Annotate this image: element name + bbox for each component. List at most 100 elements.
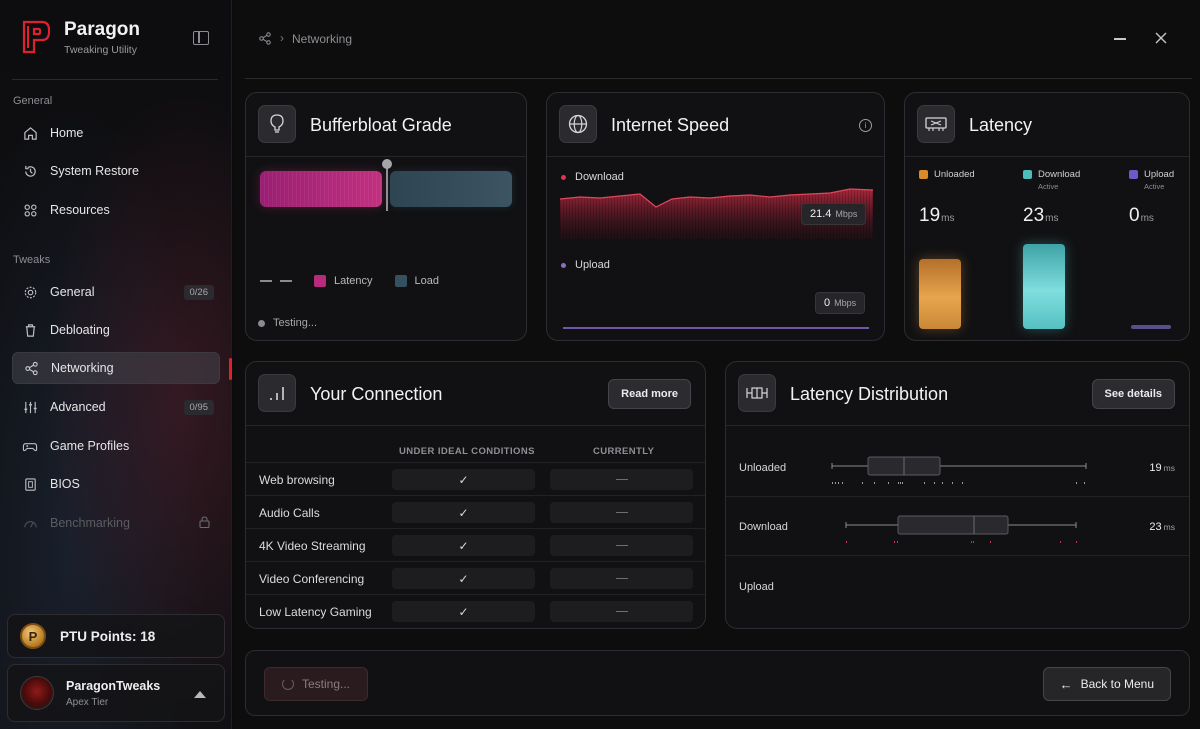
- gamepad-icon: [22, 438, 38, 454]
- latency-bar: [260, 171, 382, 207]
- card-header: Latency Distribution See details: [726, 362, 1189, 426]
- distribution-row-download: Download 23 ms: [726, 497, 1189, 556]
- sidebar-item-label: Home: [50, 126, 84, 140]
- network-card-icon: [917, 105, 955, 143]
- sidebar-item-label: Networking: [51, 361, 114, 375]
- legend-upload: Upload Active: [1129, 169, 1189, 191]
- row-label: Download: [739, 521, 788, 533]
- latency-value-unloaded: 19ms: [919, 205, 954, 227]
- ideal-cell: ✓: [392, 502, 535, 523]
- sliders-icon: [22, 399, 38, 415]
- row-label: Low Latency Gaming: [259, 605, 372, 619]
- bottom-action-bar: Testing... ← Back to Menu: [245, 650, 1190, 716]
- sidebar-item-system-restore[interactable]: System Restore: [12, 155, 220, 187]
- section-label-tweaks: Tweaks: [13, 254, 51, 266]
- unit: ms: [1163, 522, 1175, 532]
- upload-label: Upload: [561, 259, 610, 271]
- download-speed-unit: Mbps: [835, 209, 858, 219]
- legend-swatch-latency: [314, 275, 326, 287]
- dash-icon: [615, 578, 628, 579]
- upload-speed-value: 0: [824, 297, 831, 309]
- card-header: Your Connection Read more: [246, 362, 705, 426]
- table-row: Video Conferencing ✓: [246, 561, 705, 594]
- your-connection-card: Your Connection Read more UNDER IDEAL CO…: [245, 361, 706, 629]
- avatar: [20, 676, 54, 710]
- close-icon[interactable]: [1153, 30, 1169, 46]
- card-title: Your Connection: [310, 384, 443, 404]
- coin-icon: P: [20, 623, 46, 649]
- value: 19: [1149, 462, 1162, 474]
- progress-badge: 0/26: [183, 285, 214, 300]
- ptu-points-label: PTU Points: 18: [60, 628, 156, 644]
- see-details-button[interactable]: See details: [1091, 379, 1175, 409]
- value: 0: [1129, 205, 1140, 226]
- row-label: Audio Calls: [259, 506, 320, 520]
- sidebar-item-resources[interactable]: Resources: [12, 194, 220, 226]
- value: 23: [1023, 205, 1045, 226]
- card-header: Bufferbloat Grade: [246, 93, 526, 157]
- dash-icon: [615, 545, 628, 546]
- legend-label-latency: Latency: [334, 275, 373, 287]
- ideal-cell: ✓: [392, 601, 535, 622]
- trash-icon: [22, 322, 38, 338]
- brand-title: Paragon: [64, 18, 141, 40]
- sidebar-item-advanced[interactable]: Advanced 0/95: [12, 391, 220, 423]
- latency-col-download: Download Active: [1023, 169, 1113, 191]
- sidebar-item-label: Resources: [50, 203, 110, 217]
- bufferbloat-card: Bufferbloat Grade Latency Load Testing..…: [245, 92, 527, 341]
- internet-speed-card: Internet Speed i Download 21.4 Mbps Uplo…: [546, 92, 885, 341]
- caret-up-icon[interactable]: [194, 691, 206, 698]
- card-title: Latency Distribution: [790, 384, 949, 404]
- collapse-sidebar-icon[interactable]: [193, 31, 209, 45]
- distribution-row-unloaded: Unloaded 19 ms: [726, 438, 1189, 497]
- download-label: Download: [561, 171, 624, 183]
- sidebar-item-general[interactable]: General 0/26: [12, 276, 220, 308]
- info-icon[interactable]: i: [859, 119, 872, 132]
- chart-legend: Latency Load: [260, 275, 439, 287]
- legend-label-load: Load: [414, 275, 440, 287]
- sidebar-item-debloating[interactable]: Debloating: [12, 314, 220, 346]
- sidebar-item-game-profiles[interactable]: Game Profiles: [12, 430, 220, 462]
- table-row: Audio Calls ✓: [246, 495, 705, 528]
- sidebar-item-networking[interactable]: Networking: [12, 352, 220, 384]
- latency-col-upload: Upload Active: [1129, 169, 1189, 191]
- grade-marker-line: [386, 163, 388, 211]
- testing-button[interactable]: Testing...: [264, 667, 368, 701]
- legend-label: Download: [1038, 169, 1081, 180]
- gear-icon: [22, 284, 38, 300]
- dash-icon: [615, 611, 628, 612]
- distribution-value: 23 ms: [1149, 521, 1175, 533]
- user-card[interactable]: ParagonTweaks Apex Tier: [7, 664, 225, 722]
- load-bar: [390, 171, 512, 207]
- minimize-icon[interactable]: [1114, 38, 1126, 40]
- card-title: Bufferbloat Grade: [310, 115, 452, 135]
- sidebar-item-label: Debloating: [50, 323, 110, 337]
- gauge-icon: [22, 515, 38, 531]
- share-icon: [23, 360, 39, 376]
- legend-swatch: [919, 170, 928, 179]
- ptu-points-card[interactable]: P PTU Points: 18: [7, 614, 225, 658]
- sidebar-item-bios[interactable]: BIOS: [12, 468, 220, 500]
- arrow-left-icon: ←: [1059, 676, 1073, 692]
- back-to-menu-button[interactable]: ← Back to Menu: [1042, 667, 1171, 701]
- unit: ms: [1163, 463, 1175, 473]
- current-cell: [550, 535, 693, 556]
- latency-bar-upload: [1131, 325, 1171, 329]
- lock-icon: [199, 516, 210, 531]
- sidebar-item-home[interactable]: Home: [12, 117, 220, 149]
- grade-marker-knob[interactable]: [382, 159, 392, 169]
- current-cell: [550, 601, 693, 622]
- card-header: Latency: [905, 93, 1189, 157]
- upload-speed-unit: Mbps: [834, 298, 857, 308]
- boxplot-unloaded: [831, 456, 1087, 484]
- unit: ms: [1140, 213, 1154, 224]
- row-label: Upload: [739, 581, 774, 593]
- home-icon: [22, 125, 38, 141]
- chip-icon: [22, 476, 38, 492]
- sidebar-item-label: System Restore: [50, 164, 139, 178]
- breadcrumb-separator: ›: [280, 31, 284, 45]
- read-more-button[interactable]: Read more: [608, 379, 691, 409]
- legend-swatch-load: [394, 275, 407, 287]
- top-divider: [245, 78, 1192, 79]
- upload-line: [563, 327, 869, 329]
